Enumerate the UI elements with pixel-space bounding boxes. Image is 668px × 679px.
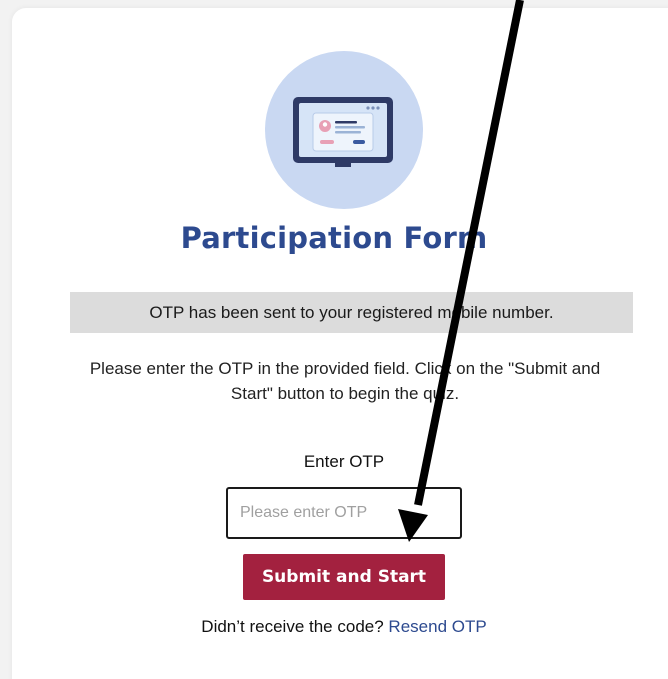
page: Participation Form OTP has been sent to … — [0, 0, 668, 679]
monitor-illustration — [293, 97, 393, 167]
resend-prompt: Didn’t receive the code? — [201, 617, 384, 636]
resend-otp-link[interactable]: Resend OTP — [388, 617, 486, 636]
otp-sent-notice: OTP has been sent to your registered mob… — [70, 292, 633, 333]
submit-and-start-button[interactable]: Submit and Start — [243, 554, 445, 600]
instructions-text: Please enter the OTP in the provided fie… — [89, 359, 601, 403]
form-monitor-icon — [265, 51, 423, 209]
otp-label: Enter OTP — [303, 452, 385, 471]
resend-line: Didn’t receive the code? Resend OTP — [0, 617, 668, 637]
page-title: Participation Form — [180, 221, 488, 255]
otp-sent-notice-text: OTP has been sent to your registered mob… — [149, 302, 554, 322]
otp-input[interactable] — [226, 487, 462, 539]
